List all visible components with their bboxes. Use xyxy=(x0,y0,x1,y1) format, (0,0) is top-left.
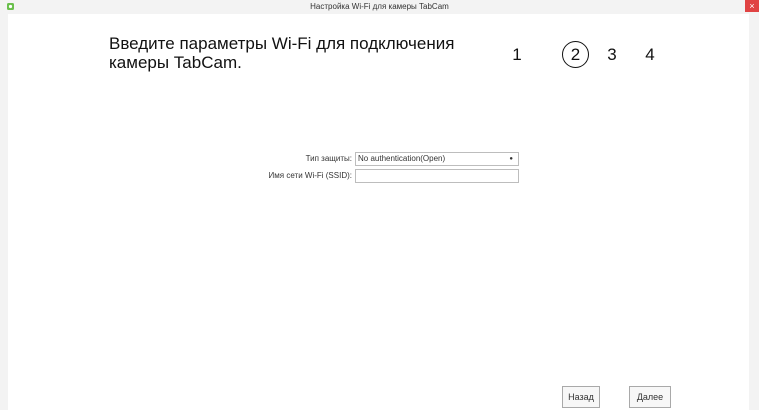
window-frame-right xyxy=(749,0,759,410)
close-button[interactable]: × xyxy=(745,0,759,12)
ssid-label: Имя сети Wi-Fi (SSID): xyxy=(268,171,352,180)
content-area: Введите параметры Wi-Fi для подключения … xyxy=(8,14,749,410)
security-type-label: Тип защиты: xyxy=(305,154,352,163)
close-icon: × xyxy=(749,1,755,11)
step-4: 4 xyxy=(645,45,655,64)
app-window: Настройка Wi-Fi для камеры TabCam × Введ… xyxy=(0,0,759,410)
step-2-current: 2 xyxy=(562,41,589,68)
page-heading: Введите параметры Wi-Fi для подключения … xyxy=(109,34,455,72)
dropdown-arrow-icon: ● xyxy=(509,156,513,162)
window-frame-left xyxy=(0,0,8,410)
window-title: Настройка Wi-Fi для камеры TabCam xyxy=(310,2,449,11)
back-button[interactable]: Назад xyxy=(562,386,600,408)
title-bar[interactable]: Настройка Wi-Fi для камеры TabCam × xyxy=(0,0,759,14)
security-type-select[interactable]: No authentication(Open) ● xyxy=(355,152,519,166)
ssid-input[interactable] xyxy=(355,169,519,183)
next-button[interactable]: Далее xyxy=(629,386,671,408)
step-1: 1 xyxy=(512,45,522,64)
security-type-value: No authentication(Open) xyxy=(358,154,446,163)
step-3: 3 xyxy=(607,45,617,64)
